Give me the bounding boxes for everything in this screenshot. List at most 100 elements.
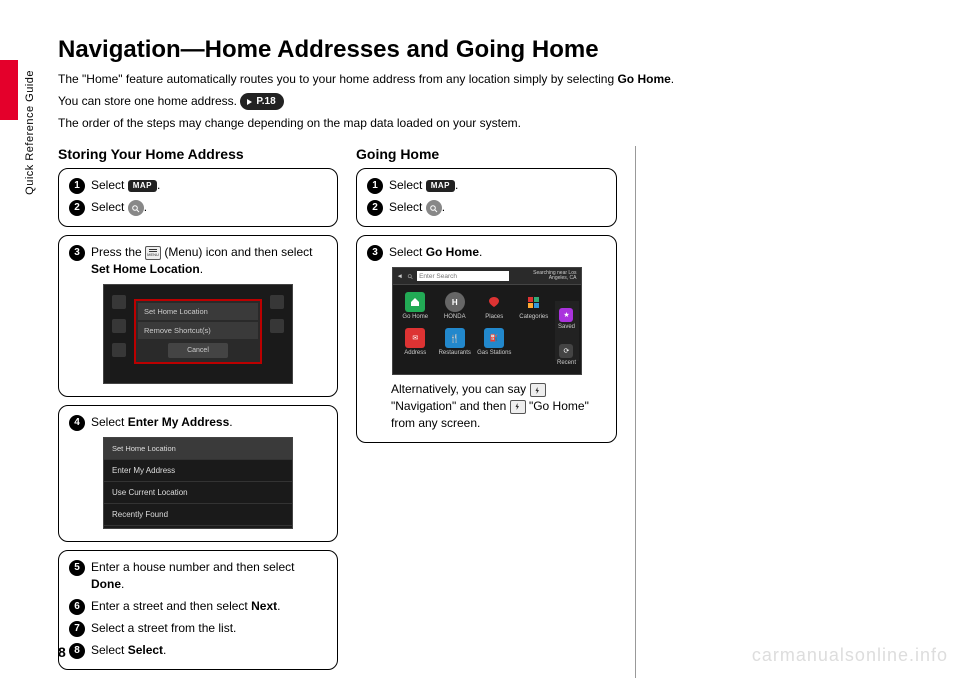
s3-dot: . (200, 262, 203, 276)
bullet-1: 1 (69, 178, 85, 194)
r-s3-dot: . (479, 245, 482, 259)
dlg-row-2: Remove Shortcut(s) (138, 322, 258, 339)
map-button-icon: MAP (426, 180, 455, 192)
step-r1: 1 Select MAP. (367, 177, 606, 194)
stepr1-text: Select MAP. (389, 177, 606, 194)
step7-text: Select a street from the list. (91, 620, 327, 637)
s4-dot: . (229, 415, 232, 429)
intro-line-1: The "Home" feature automatically routes … (58, 70, 924, 88)
bullet-6: 6 (69, 599, 85, 615)
alt-c: Navigation (395, 399, 452, 413)
bullet-2: 2 (69, 200, 85, 216)
shot2-r1: Enter My Address (104, 460, 292, 482)
column-storing: Storing Your Home Address 1 Select MAP. … (58, 146, 338, 677)
near-label: Searching near Los Angeles, CA (513, 271, 576, 281)
s5-dot: . (121, 577, 124, 591)
gc3: Places (485, 314, 503, 320)
stepbox-4: 4 Select Enter My Address. Set Home Loca… (58, 405, 338, 542)
s1-prefix: Select (91, 178, 128, 192)
side-label: Quick Reference Guide (24, 70, 36, 195)
s6-dot: . (277, 599, 280, 613)
bullet-5: 5 (69, 560, 85, 576)
r-s2: Select (389, 200, 426, 214)
screenshot-address-menu: Set Home Location Enter My Address Use C… (103, 437, 293, 529)
stepbox-1-2: 1 Select MAP. 2 Select . (58, 168, 338, 227)
back-arrow-icon: ◄ (397, 273, 403, 280)
step-r2: 2 Select . (367, 199, 606, 216)
alt-a: Alternatively, you can say (391, 382, 530, 396)
map-button-icon: MAP (128, 180, 157, 192)
step1-text: Select MAP. (91, 177, 327, 194)
stepbox-r-3: 3 Select Go Home. ◄ Searching near Los A… (356, 235, 617, 442)
section-tab (0, 60, 18, 120)
intro-line-2: You can store one home address. P.18 (58, 92, 924, 110)
gc7: Gas Stations (477, 350, 511, 356)
page-content: Navigation—Home Addresses and Going Home… (58, 36, 924, 678)
r-s2-dot: . (442, 200, 445, 214)
step-7: 7 Select a street from the list. (69, 620, 327, 637)
stepr2-text: Select . (389, 199, 606, 216)
search-circle-icon (426, 200, 442, 216)
s8-dot: . (163, 643, 166, 657)
s5b: Done (91, 577, 121, 591)
screenshot-menu-dialog: Set Home Location Remove Shortcut(s) Can… (103, 284, 293, 384)
bullet-r1: 1 (367, 178, 383, 194)
alt-f: Go Home (533, 399, 584, 413)
shot2-r2: Use Current Location (104, 482, 292, 504)
bullet-r2: 2 (367, 200, 383, 216)
intro1-c: . (671, 72, 674, 86)
step-8: 8 Select Select. (69, 642, 327, 659)
gc5: Address (404, 350, 426, 356)
alt-d: " and then (452, 399, 510, 413)
step3-text: Press the MENU (Menu) icon and then sele… (91, 244, 327, 278)
s8a: Select (91, 643, 128, 657)
gc2: HONDA (444, 314, 466, 320)
s6b: Next (251, 599, 277, 613)
column-going-home: Going Home 1 Select MAP. 2 Select . (356, 146, 636, 677)
s2-dot: . (144, 200, 147, 214)
s3b: (Menu) icon and then select (161, 245, 312, 259)
gc4: Categories (519, 314, 548, 320)
gc1: Go Home (402, 314, 428, 320)
step6-text: Enter a street and then select Next. (91, 598, 327, 615)
s4a: Select (91, 415, 128, 429)
page-reference-badge: P.18 (240, 93, 283, 110)
dlg-row-1: Set Home Location (138, 303, 258, 320)
heading-going-home: Going Home (356, 146, 617, 162)
step4-text: Select Enter My Address. (91, 414, 327, 431)
s6a: Enter a street and then select (91, 599, 251, 613)
r-s3b: Go Home (426, 245, 479, 259)
voice-icon (530, 383, 546, 397)
stepbox-3: 3 Press the MENU (Menu) icon and then se… (58, 235, 338, 397)
intro1-b: Go Home (617, 72, 670, 86)
page-title: Navigation—Home Addresses and Going Home (58, 36, 924, 64)
s1-dot: . (157, 178, 160, 192)
alternative-voice-text: Alternatively, you can say "Navigation" … (367, 377, 606, 431)
dlg-cancel: Cancel (168, 343, 228, 358)
screenshot-places-grid: ◄ Searching near Los Angeles, CA Go Home… (392, 267, 582, 375)
step-1: 1 Select MAP. (69, 177, 327, 194)
r-s1: Select (389, 178, 426, 192)
gr2: Recent (557, 360, 576, 366)
stepbox-r-1-2: 1 Select MAP. 2 Select . (356, 168, 617, 227)
intro2-text: You can store one home address. (58, 94, 240, 108)
stepbox-5-8: 5 Enter a house number and then select D… (58, 550, 338, 670)
step-4: 4 Select Enter My Address. (69, 414, 327, 431)
gr1: Saved (558, 324, 575, 330)
intro1-a: The "Home" feature automatically routes … (58, 72, 617, 86)
bullet-4: 4 (69, 415, 85, 431)
r-s3a: Select (389, 245, 426, 259)
s3a: Press the (91, 245, 145, 259)
shot2-r3: Recently Found (104, 504, 292, 526)
bullet-3: 3 (69, 245, 85, 261)
pref-text: P.18 (256, 94, 275, 109)
search-input (417, 271, 509, 281)
step-6: 6 Enter a street and then select Next. (69, 598, 327, 615)
bullet-r3: 3 (367, 245, 383, 261)
step-5: 5 Enter a house number and then select D… (69, 559, 327, 593)
step8-text: Select Select. (91, 642, 327, 659)
heading-storing: Storing Your Home Address (58, 146, 338, 162)
step-2: 2 Select . (69, 199, 327, 216)
s2-prefix: Select (91, 200, 128, 214)
link-arrow-icon (246, 98, 254, 106)
